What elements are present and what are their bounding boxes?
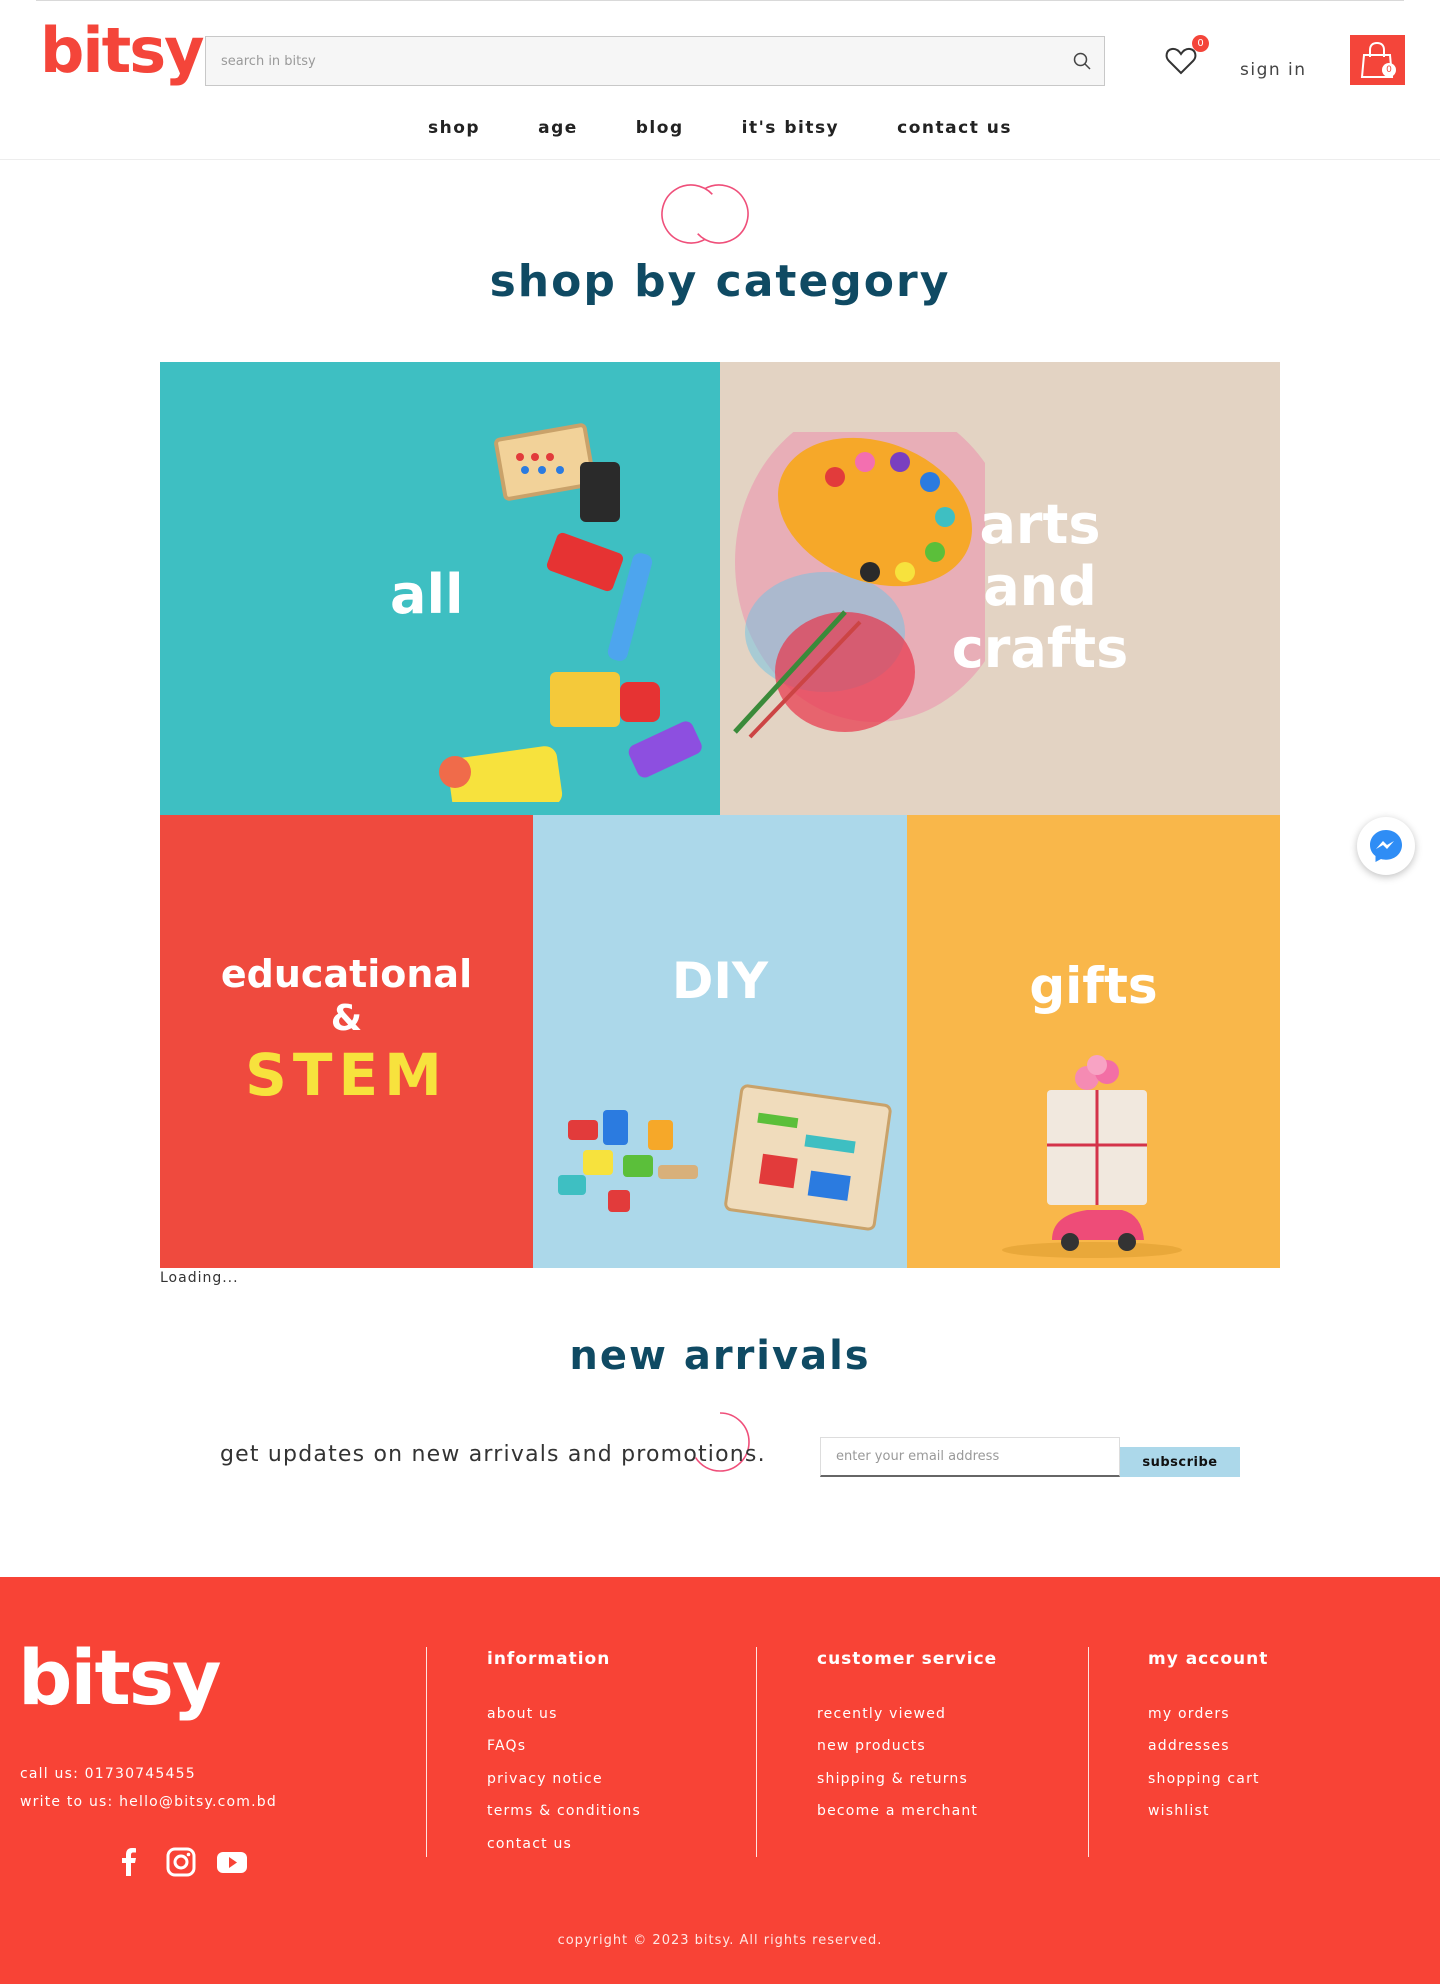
category-label-gifts: gifts (1029, 957, 1158, 1015)
footer-link-wishlist[interactable]: wishlist (1148, 1803, 1210, 1819)
search-icon[interactable] (1072, 51, 1092, 71)
loading-text: Loading... (160, 1270, 239, 1286)
nav-its-bitsy[interactable]: it's bitsy (742, 118, 840, 138)
paint-palette-illustration (733, 432, 985, 739)
top-divider (36, 0, 1404, 1)
new-arrivals-title: new arrivals (569, 1333, 871, 1379)
messenger-chat-button[interactable] (1357, 817, 1415, 875)
nav-blog[interactable]: blog (636, 118, 684, 138)
footer-email[interactable]: write to us: hello@bitsy.com.bd (20, 1794, 277, 1810)
footer-heading-customer-service: customer service (817, 1649, 998, 1669)
search-bar (205, 36, 1105, 86)
category-tile-gifts[interactable]: gifts (907, 815, 1280, 1268)
footer-link-faqs[interactable]: FAQs (487, 1738, 526, 1754)
wishlist-count-badge: 0 (1192, 35, 1209, 52)
cart-count-badge: 0 (1382, 63, 1396, 77)
footer-link-my-orders[interactable]: my orders (1148, 1706, 1230, 1722)
newsletter-email-field (820, 1437, 1120, 1477)
cart-button[interactable]: 0 (1350, 35, 1405, 85)
decorative-rings-icon (661, 184, 749, 244)
footer-link-new-products[interactable]: new products (817, 1738, 926, 1754)
toys-illustration (439, 423, 702, 802)
copyright-text: copyright © 2023 bitsy. All rights reser… (557, 1933, 883, 1948)
footer-link-shopping-cart[interactable]: shopping cart (1148, 1771, 1260, 1787)
category-label-diy: DIY (671, 952, 769, 1010)
category-tile-diy[interactable]: DIY (533, 815, 907, 1268)
email-input[interactable] (821, 1438, 1119, 1475)
gift-box-illustration (1002, 1055, 1182, 1258)
nav-divider (0, 159, 1440, 160)
footer-divider (756, 1647, 757, 1857)
search-input[interactable] (206, 37, 1056, 85)
nav-age[interactable]: age (538, 118, 578, 138)
nav-contact-us[interactable]: contact us (897, 118, 1012, 138)
category-tile-educational-stem[interactable]: educational & STEM (160, 815, 533, 1268)
footer-link-become-merchant[interactable]: become a merchant (817, 1803, 978, 1819)
category-label-edu-line2: & (330, 998, 363, 1039)
category-tile-all[interactable]: all (160, 362, 720, 815)
nav-shop[interactable]: shop (428, 118, 480, 138)
footer-link-shipping-returns[interactable]: shipping & returns (817, 1771, 968, 1787)
footer-heading-my-account: my account (1148, 1649, 1269, 1669)
footer-divider (1088, 1647, 1089, 1857)
newsletter-text: get updates on new arrivals and promotio… (220, 1442, 766, 1467)
category-label-arts-line2: and (983, 555, 1097, 618)
bitsy-logo[interactable]: bitsy (40, 20, 205, 82)
wishlist-heart-icon[interactable] (1164, 45, 1198, 77)
footer-divider (426, 1647, 427, 1857)
footer-link-terms[interactable]: terms & conditions (487, 1803, 641, 1819)
footer-heading-information: information (487, 1649, 611, 1669)
footer: bitsy call us: 01730745455 write to us: … (0, 1577, 1440, 1984)
category-label-edu-line3: STEM (245, 1041, 448, 1109)
footer-call: call us: 01730745455 (20, 1766, 196, 1782)
footer-link-addresses[interactable]: addresses (1148, 1738, 1230, 1754)
footer-link-about-us[interactable]: about us (487, 1706, 558, 1722)
youtube-icon[interactable] (216, 1847, 248, 1877)
diy-toolbox-illustration (558, 1084, 892, 1231)
messenger-icon (1370, 830, 1402, 862)
footer-link-contact-us[interactable]: contact us (487, 1836, 572, 1852)
footer-link-privacy-notice[interactable]: privacy notice (487, 1771, 603, 1787)
facebook-icon[interactable] (116, 1847, 142, 1877)
instagram-icon[interactable] (166, 1847, 196, 1877)
category-label-arts-line3: crafts (951, 617, 1129, 680)
category-label-edu-line1: educational (220, 952, 473, 996)
main-nav: shop age blog it's bitsy contact us (0, 118, 1440, 138)
footer-link-recently-viewed[interactable]: recently viewed (817, 1706, 946, 1722)
footer-logo[interactable]: bitsy (18, 1640, 222, 1716)
sign-in-link[interactable]: sign in (1240, 60, 1307, 80)
subscribe-button[interactable]: subscribe (1120, 1447, 1240, 1477)
category-label-arts-line1: arts (979, 493, 1101, 556)
category-tile-arts-and-crafts[interactable]: arts and crafts (720, 362, 1280, 815)
shop-by-category-title: shop by category (489, 256, 951, 307)
